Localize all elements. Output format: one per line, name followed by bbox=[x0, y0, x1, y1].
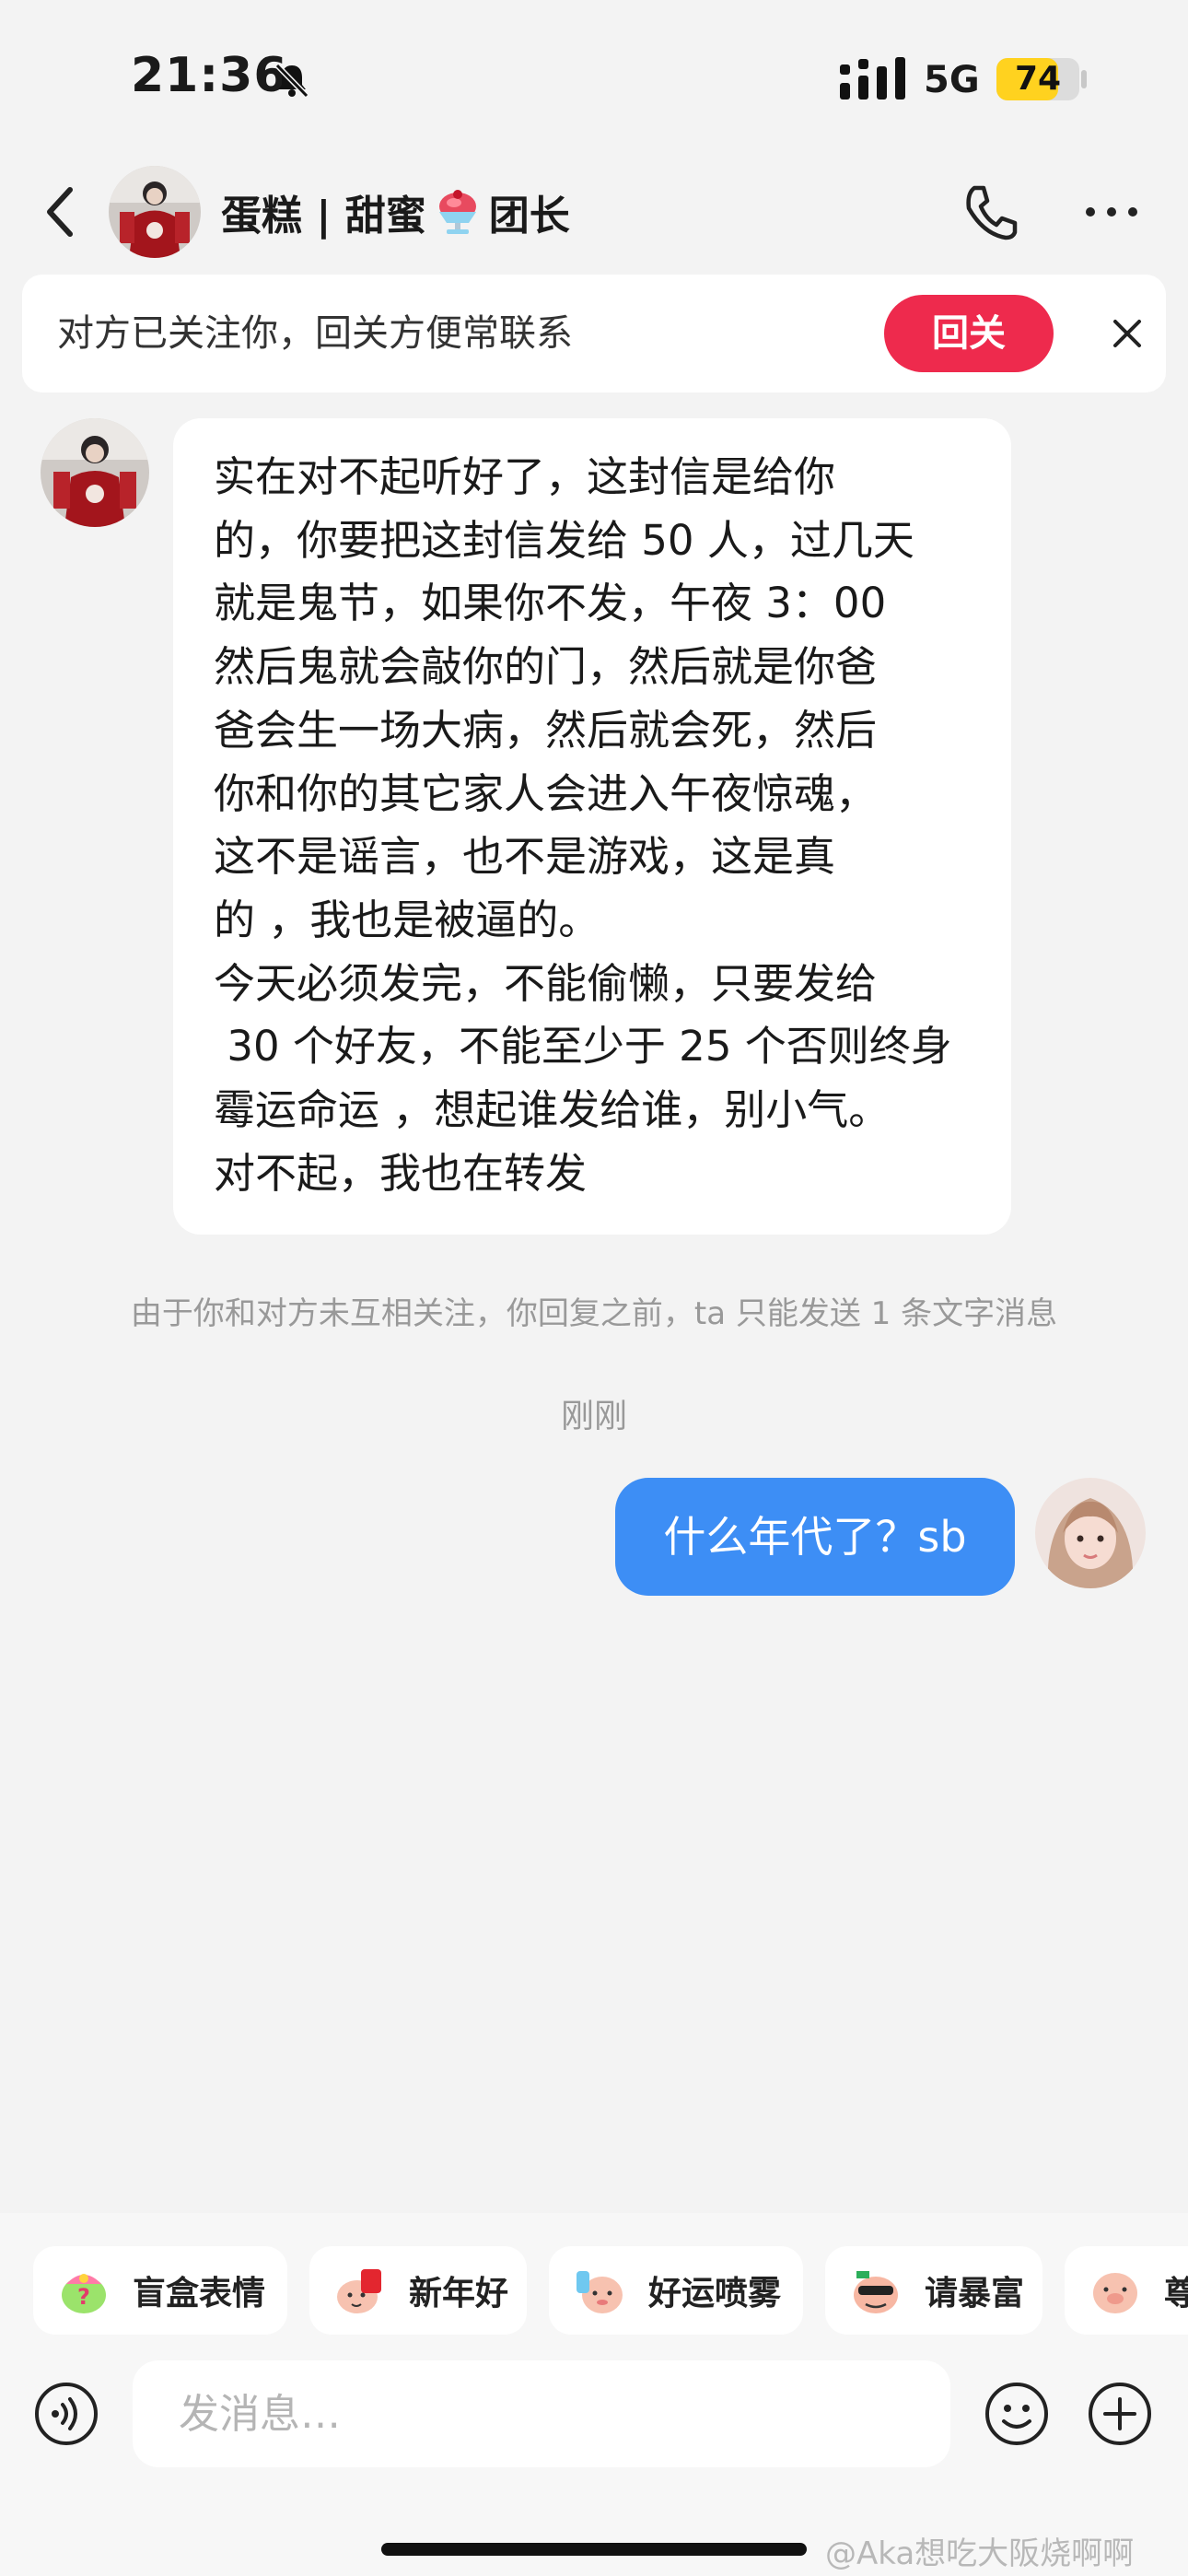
follow-back-button[interactable]: 回关 bbox=[884, 295, 1054, 372]
good-luck-spray-sticker-icon bbox=[577, 2271, 623, 2313]
home-indicator[interactable] bbox=[381, 2543, 807, 2556]
voice-icon[interactable] bbox=[33, 2381, 99, 2447]
sticker-suggestions: ? 盲盒表情 新年好 好运喷雾 请暴富 尊 bbox=[0, 2246, 1188, 2335]
sticker-chip[interactable]: 新年好 bbox=[309, 2246, 527, 2335]
status-time: 21:36 bbox=[131, 48, 288, 103]
chat-header: 蛋糕 | 甜蜜 团长 bbox=[0, 157, 1188, 267]
phone-icon[interactable] bbox=[961, 181, 1019, 243]
network-type: 5G bbox=[924, 59, 980, 101]
pig-sticker-icon bbox=[1093, 2273, 1137, 2313]
my-avatar[interactable] bbox=[1035, 1478, 1146, 1588]
chat-screen: 21:36 5G 74 蛋糕 | 甜蜜 团长 对方已关注你，回关方便常联系 回关… bbox=[0, 0, 1188, 2576]
back-arrow-icon[interactable] bbox=[37, 181, 87, 243]
sticker-label: 盲盒表情 bbox=[133, 2275, 266, 2313]
follow-back-text: 对方已关注你，回关方便常联系 bbox=[57, 312, 573, 355]
new-year-sticker-icon bbox=[337, 2269, 381, 2313]
bell-muted-icon bbox=[274, 63, 309, 99]
contact-name-part1: 蛋糕 | 甜蜜 bbox=[221, 193, 426, 240]
emoji-icon[interactable] bbox=[984, 2381, 1050, 2447]
sticker-label: 好运喷雾 bbox=[648, 2275, 782, 2313]
sticker-chip[interactable]: ? 盲盒表情 bbox=[33, 2246, 287, 2335]
sticker-chip[interactable]: 尊 bbox=[1065, 2246, 1188, 2335]
sticker-label: 新年好 bbox=[409, 2275, 509, 2313]
sticker-label: 尊 bbox=[1164, 2275, 1188, 2313]
contact-avatar[interactable] bbox=[41, 418, 149, 527]
contact-name-part2: 团长 bbox=[488, 193, 570, 240]
message-timestamp: 刚刚 bbox=[560, 1398, 627, 1435]
ice-cream-icon bbox=[438, 190, 476, 234]
contact-name[interactable]: 蛋糕 | 甜蜜 团长 bbox=[221, 182, 570, 241]
plus-icon[interactable] bbox=[1087, 2381, 1153, 2447]
battery-icon: 74 bbox=[996, 58, 1079, 100]
cellular-signal-icon bbox=[840, 57, 905, 100]
watermark: @Aka想吃大阪烧啊啊 bbox=[825, 2535, 1135, 2572]
status-bar: 21:36 5G 74 bbox=[0, 0, 1188, 147]
follow-back-banner: 对方已关注你，回关方便常联系 回关 bbox=[22, 275, 1166, 392]
blind-box-sticker-icon: ? bbox=[62, 2274, 106, 2313]
more-icon[interactable] bbox=[1083, 193, 1140, 230]
battery-cap bbox=[1081, 70, 1087, 88]
contact-avatar[interactable] bbox=[109, 166, 201, 258]
incoming-message-bubble[interactable]: 实在对不起听好了，这封信是给你 的，你要把这封信发给 50 人，过几天 就是鬼节… bbox=[173, 418, 1011, 1235]
system-notice: 由于你和对方未互相关注，你回复之前，ta 只能发送 1 条文字消息 bbox=[130, 1295, 1058, 1332]
svg-text:?: ? bbox=[77, 2284, 90, 2310]
message-input[interactable] bbox=[133, 2360, 950, 2467]
sticker-chip[interactable]: 好运喷雾 bbox=[549, 2246, 803, 2335]
close-icon[interactable] bbox=[1103, 310, 1151, 357]
battery-percent: 74 bbox=[1014, 60, 1062, 98]
incoming-message-text: 实在对不起听好了，这封信是给你 的，你要把这封信发给 50 人，过几天 就是鬼节… bbox=[214, 452, 952, 1198]
outgoing-message-bubble[interactable]: 什么年代了？sb bbox=[615, 1478, 1015, 1596]
sticker-label: 请暴富 bbox=[925, 2275, 1025, 2313]
sticker-chip[interactable]: 请暴富 bbox=[825, 2246, 1042, 2335]
get-rich-sticker-icon bbox=[854, 2271, 898, 2313]
